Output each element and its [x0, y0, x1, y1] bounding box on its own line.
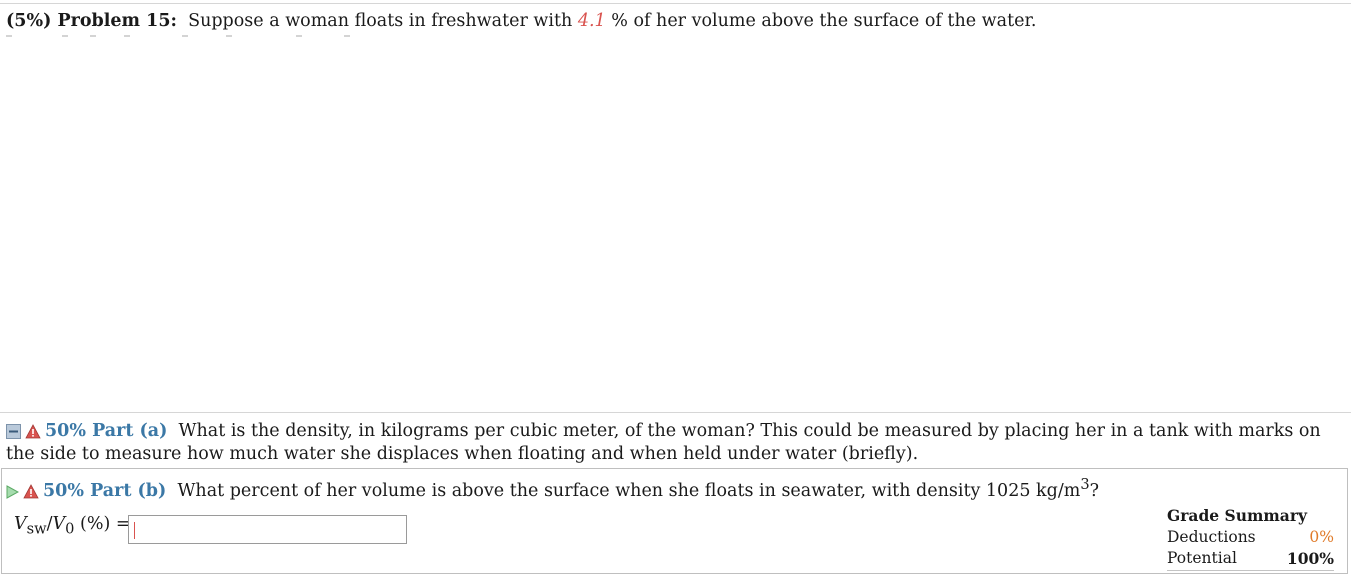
deductions-value: 0% [1309, 528, 1334, 546]
answer-var-v1: V [14, 514, 27, 534]
part-b-question: What percent of her volume is above the … [177, 480, 1081, 501]
problem-label: (5%) Problem 15: [6, 11, 177, 31]
section-divider [0, 412, 1351, 413]
answer-var-v2: V [52, 514, 66, 534]
grade-summary-title: Grade Summary [1167, 506, 1308, 525]
problem-statement: (5%) Problem 15: Suppose a woman floats … [6, 11, 1036, 31]
potential-label: Potential [1167, 549, 1237, 567]
answer-units-equals: (%) = [74, 514, 131, 534]
grade-summary: Grade Summary Deductions 0% Potential 10… [1167, 506, 1334, 571]
part-a: 50% Part (a) What is the density, in kil… [6, 420, 1341, 466]
potential-value: 100% [1286, 549, 1334, 568]
answer-input[interactable] [128, 515, 407, 544]
deductions-label: Deductions [1167, 528, 1256, 546]
warning-icon [23, 483, 39, 499]
play-arrow-icon[interactable] [6, 484, 19, 499]
problem-value: 4.1 [577, 11, 606, 31]
text-caret [134, 522, 135, 539]
faint-artifact-marks [6, 33, 356, 39]
minus-box-icon[interactable] [6, 424, 21, 439]
part-b-header: 50% Part (b) What percent of her volume … [6, 476, 1099, 501]
grade-row-deductions: Deductions 0% [1167, 528, 1334, 546]
warning-icon [25, 424, 41, 439]
part-b-question-sup: 3 [1080, 476, 1090, 493]
top-divider [0, 3, 1351, 4]
answer-label: Vsw/V0 (%) = [14, 514, 131, 538]
problem-text-after: % of her volume above the surface of the… [611, 11, 1037, 31]
part-b-question-end: ? [1089, 480, 1099, 501]
grade-row-potential: Potential 100% [1167, 549, 1334, 568]
problem-text-before: Suppose a woman floats in freshwater wit… [188, 11, 573, 31]
grade-summary-underline [1167, 570, 1334, 571]
answer-sub-sw: sw [26, 520, 47, 538]
part-a-question: What is the density, in kilograms per cu… [6, 421, 1321, 464]
part-b-label[interactable]: 50% Part (b) [43, 481, 166, 501]
part-a-label[interactable]: 50% Part (a) [45, 421, 167, 441]
